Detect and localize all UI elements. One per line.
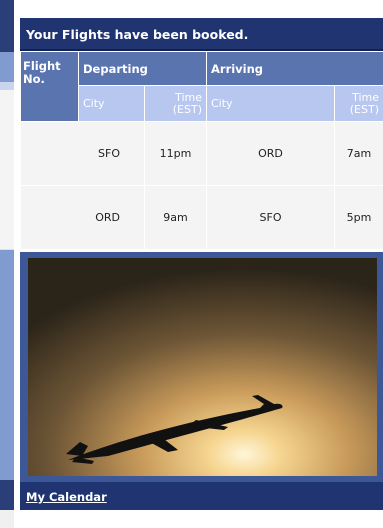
arrival-time-cell: 5pm bbox=[334, 185, 383, 250]
adjacent-panel-footer bbox=[0, 480, 14, 510]
adjacent-panel-band-light bbox=[0, 82, 14, 90]
adjacent-panel-bottom bbox=[0, 510, 14, 528]
arriving-city-header: City bbox=[206, 85, 335, 122]
booking-confirmation-panel: Your Flights have been booked. Flight No… bbox=[20, 18, 383, 528]
my-calendar-link[interactable]: My Calendar bbox=[26, 490, 107, 504]
departure-city-cell: SFO bbox=[20, 121, 145, 186]
footer-bar: My Calendar bbox=[20, 482, 383, 510]
table-row: SFO 11pm ORD 7am bbox=[20, 121, 383, 186]
arriving-time-header: Time (EST) bbox=[334, 85, 383, 122]
adjacent-panel-strip bbox=[0, 0, 20, 528]
arrival-city-cell: SFO bbox=[206, 185, 335, 250]
flights-table: Flight No. Departing Arriving City Time … bbox=[20, 51, 383, 250]
photo-frame bbox=[20, 252, 383, 482]
adjacent-panel-band bbox=[0, 52, 14, 82]
booking-banner: Your Flights have been booked. bbox=[20, 18, 383, 51]
arrival-city-cell: ORD bbox=[206, 121, 335, 186]
departure-time-cell: 11pm bbox=[144, 121, 207, 186]
adjacent-panel-frame bbox=[0, 250, 14, 480]
arrival-time-cell: 7am bbox=[334, 121, 383, 186]
arriving-header: Arriving bbox=[206, 51, 383, 86]
departing-time-header: Time (EST) bbox=[144, 85, 207, 122]
airplane-sunset-photo bbox=[28, 258, 377, 476]
adjacent-panel-header bbox=[0, 0, 14, 52]
table-row: ORD 9am SFO 5pm bbox=[20, 185, 383, 250]
departure-city-cell: ORD bbox=[20, 185, 145, 250]
adjacent-panel-body bbox=[0, 90, 14, 250]
departing-header: Departing bbox=[78, 51, 207, 86]
departure-time-cell: 9am bbox=[144, 185, 207, 250]
departing-city-header: City bbox=[78, 85, 145, 122]
flight-no-header: Flight No. bbox=[20, 51, 79, 122]
airplane-sunset-image bbox=[28, 258, 377, 476]
